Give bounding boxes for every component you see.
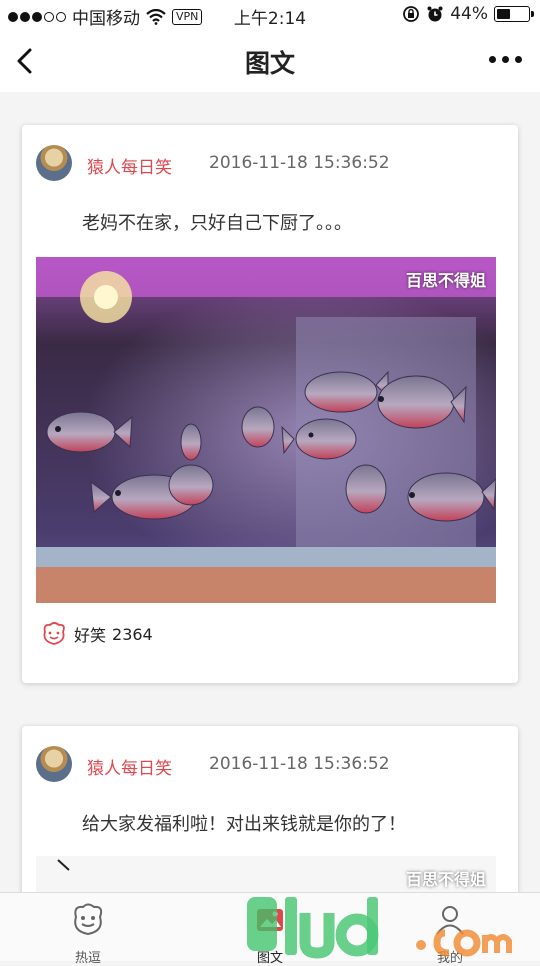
post-image[interactable]: 百思不得姐 (36, 257, 496, 603)
image-watermark: 百思不得姐 (405, 870, 486, 889)
reaction-label: 好笑 (74, 626, 107, 645)
post-text: 给大家发福利啦！对出来钱就是你的了！ (82, 814, 406, 835)
post-time: 2016-11-18 15:36:52 (209, 153, 390, 173)
post-card: 猿人每日笑 2016-11-18 15:36:52 给大家发福利啦！对出来钱就是… (22, 726, 518, 892)
avatar[interactable] (36, 145, 72, 181)
post-card: 猿人每日笑 2016-11-18 15:36:52 老妈不在家，只好自己下厨了。… (22, 125, 518, 683)
status-bar: 中国移动 VPN 上午2:14 44% (0, 0, 540, 30)
post-text: 老妈不在家，只好自己下厨了。。。 (82, 213, 352, 234)
aquarium-photo (36, 257, 496, 603)
laugh-face-icon (43, 622, 65, 645)
page-title: 图文 (244, 49, 295, 78)
author-name[interactable]: 猿人每日笑 (87, 153, 172, 178)
image-watermark: 百思不得姐 (405, 271, 486, 290)
post-header: 猿人每日笑 2016-11-18 15:36:52 (36, 145, 506, 183)
rotation-lock-icon (403, 6, 420, 22)
alarm-icon (427, 6, 443, 22)
laugh-face-icon (74, 903, 103, 936)
tab-hot[interactable]: 热逗 (48, 901, 128, 966)
battery-fill (497, 9, 510, 19)
navigation-bar: 图文 (0, 30, 540, 92)
battery-percent: 44% (450, 4, 488, 24)
reaction-count: 2364 (112, 624, 153, 644)
battery-icon (494, 6, 534, 22)
post-image[interactable]: 百思不得姐 (36, 856, 496, 892)
avatar[interactable] (36, 746, 72, 782)
reaction-button[interactable]: 好笑 2364 (40, 621, 153, 647)
tab-bar: 热逗 图文 我的 (0, 892, 540, 966)
tab-label: 热逗 (74, 951, 101, 966)
post-time: 2016-11-18 15:36:52 (209, 754, 390, 774)
post-feed[interactable]: 猿人每日笑 2016-11-18 15:36:52 老妈不在家，只好自己下厨了。… (0, 92, 540, 892)
more-options-icon[interactable] (489, 56, 522, 63)
site-logo-watermark (247, 897, 512, 959)
author-name[interactable]: 猿人每日笑 (87, 754, 172, 779)
post-header: 猿人每日笑 2016-11-18 15:36:52 (36, 746, 506, 784)
